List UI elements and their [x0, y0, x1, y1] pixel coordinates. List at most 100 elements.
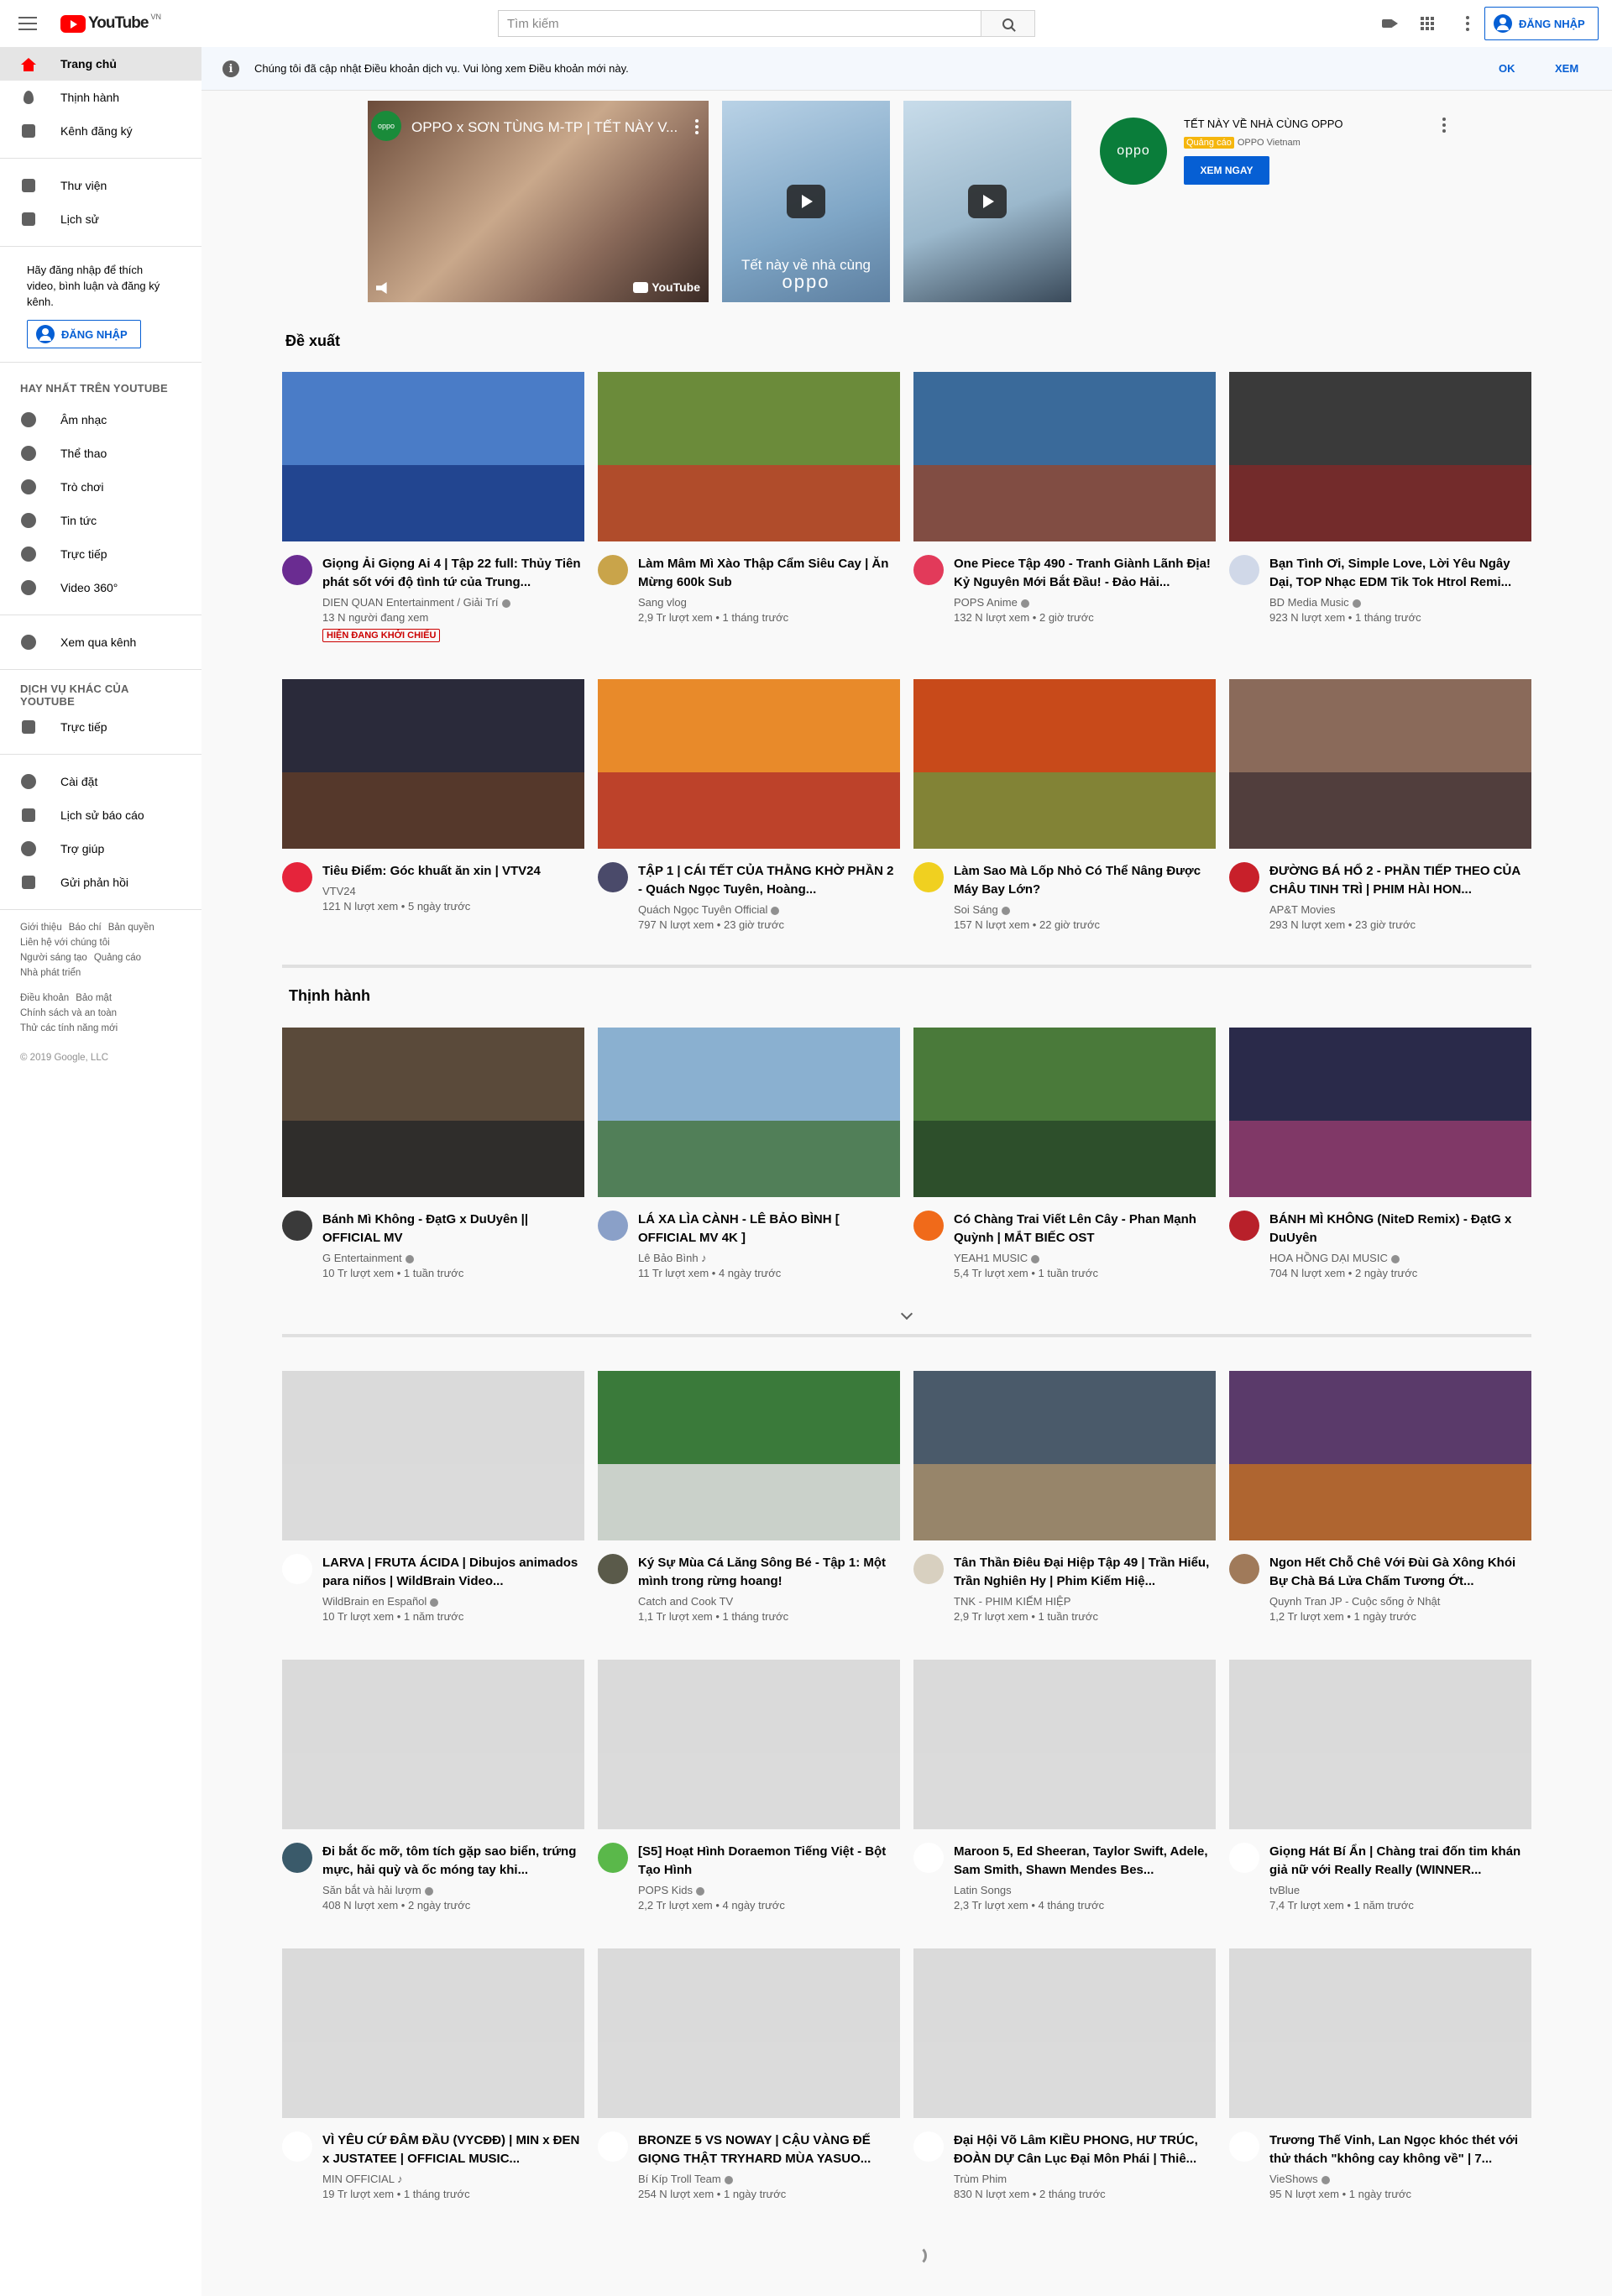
channel-name[interactable]: Lê Bảo Bình ♪ [638, 1251, 900, 1266]
footer-link[interactable]: Chính sách và an toàn [20, 1008, 117, 1018]
video-card[interactable]: LÁ XA LÌA CÀNH - LÊ BẢO BÌNH [ OFFICIAL … [598, 1028, 900, 1316]
ad-channel-logo[interactable]: oppo [371, 111, 401, 141]
video-thumbnail[interactable] [282, 679, 584, 849]
video-thumbnail[interactable] [1229, 1371, 1531, 1540]
video-title[interactable]: Tiêu Điểm: Góc khuất ăn xin | VTV24 [322, 862, 584, 881]
channel-avatar[interactable] [282, 1554, 312, 1584]
ad-video-title[interactable]: OPPO x SƠN TÙNG M-TP | TẾT NÀY V... [411, 119, 680, 136]
sidebar-item-settings[interactable]: Cài đặt [0, 765, 202, 798]
channel-avatar[interactable] [913, 2131, 944, 2162]
video-thumbnail[interactable] [282, 1028, 584, 1197]
video-card[interactable]: Ký Sự Mùa Cá Lăng Sông Bé - Tập 1: Một m… [598, 1371, 900, 1660]
video-thumbnail[interactable] [282, 1371, 584, 1540]
video-card[interactable]: ĐƯỜNG BÁ HỔ 2 - PHẦN TIẾP THEO CỦA CHÂU … [1229, 679, 1531, 968]
channel-avatar[interactable] [913, 862, 944, 892]
sidebar-item-news[interactable]: Tin tức [0, 504, 202, 537]
channel-name[interactable]: WildBrain en Español [322, 1594, 584, 1609]
channel-name[interactable]: MIN OFFICIAL ♪ [322, 2172, 584, 2187]
search-input[interactable] [498, 10, 981, 37]
channel-avatar[interactable] [1229, 1211, 1259, 1241]
channel-avatar[interactable] [913, 1211, 944, 1241]
video-card[interactable]: Tân Thần Điêu Đại Hiệp Tập 49 | Trần Hiể… [913, 1371, 1216, 1660]
channel-name[interactable]: Săn bắt và hải lượm [322, 1883, 584, 1898]
footer-link[interactable]: Quảng cáo [94, 953, 141, 963]
sidebar-item-feedback[interactable]: Gửi phản hồi [0, 866, 202, 899]
sidebar-item-library[interactable]: Thư viện [0, 169, 202, 202]
video-title[interactable]: ĐƯỜNG BÁ HỔ 2 - PHẦN TIẾP THEO CỦA CHÂU … [1269, 862, 1531, 899]
sidebar-item-sports[interactable]: Thể thao [0, 437, 202, 470]
video-thumbnail[interactable] [598, 1028, 900, 1197]
channel-avatar[interactable] [282, 555, 312, 585]
video-card[interactable]: Giọng Hát Bí Ẩn | Chàng trai đốn tim khá… [1229, 1660, 1531, 1948]
channel-avatar[interactable] [1229, 555, 1259, 585]
channel-name[interactable]: POPS Kids [638, 1883, 900, 1898]
channel-avatar[interactable] [598, 2131, 628, 2162]
channel-avatar[interactable] [913, 1554, 944, 1584]
video-card[interactable]: Maroon 5, Ed Sheeran, Taylor Swift, Adel… [913, 1660, 1216, 1948]
video-thumbnail[interactable] [598, 372, 900, 541]
video-card[interactable]: BÁNH MÌ KHÔNG (NiteD Remix) - ĐạtG x DuU… [1229, 1028, 1531, 1316]
footer-link[interactable]: Báo chí [69, 923, 102, 933]
video-card[interactable]: Bánh Mì Không - ĐạtG x DuUyên || OFFICIA… [282, 1028, 584, 1316]
create-video-icon[interactable] [1377, 13, 1398, 34]
channel-name[interactable]: Quynh Tran JP - Cuộc sống ở Nhật [1269, 1594, 1531, 1609]
ad-title[interactable]: TẾT NÀY VỀ NHÀ CÙNG OPPO [1184, 118, 1343, 130]
video-thumbnail[interactable] [913, 372, 1216, 541]
channel-avatar[interactable] [1229, 1554, 1259, 1584]
sidebar-item-add-circle[interactable]: Xem qua kênh [0, 625, 202, 659]
video-title[interactable]: BRONZE 5 VS NOWAY | CẬU VÀNG ĐẾ GIỌNG TH… [638, 2131, 900, 2168]
sidebar-item-subscriptions[interactable]: Kênh đăng ký [0, 114, 202, 148]
video-card[interactable]: Giọng Ải Giọng Ai 4 | Tập 22 full: Thủy … [282, 372, 584, 661]
video-thumbnail[interactable] [598, 1948, 900, 2118]
channel-name[interactable]: Soi Sáng [954, 902, 1216, 918]
video-card[interactable]: Có Chàng Trai Viết Lên Cây - Phan Mạnh Q… [913, 1028, 1216, 1316]
channel-name[interactable]: AP&T Movies [1269, 902, 1531, 918]
youtube-logo[interactable]: YouTube VN [60, 13, 161, 33]
channel-avatar[interactable] [598, 555, 628, 585]
video-title[interactable]: Trương Thế Vinh, Lan Ngọc khóc thét với … [1269, 2131, 1531, 2168]
channel-avatar[interactable] [913, 1843, 944, 1873]
video-title[interactable]: Giọng Ải Giọng Ai 4 | Tập 22 full: Thủy … [322, 555, 584, 592]
video-title[interactable]: Ký Sự Mùa Cá Lăng Sông Bé - Tập 1: Một m… [638, 1554, 900, 1591]
video-thumbnail[interactable] [913, 1028, 1216, 1197]
footer-link[interactable]: Nhà phát triển [20, 968, 81, 978]
video-thumbnail[interactable] [1229, 372, 1531, 541]
sidebar-item-music[interactable]: Âm nhạc [0, 403, 202, 437]
ad-thumbnail-3[interactable] [903, 101, 1071, 302]
video-card[interactable]: BRONZE 5 VS NOWAY | CẬU VÀNG ĐẾ GIỌNG TH… [598, 1948, 900, 2237]
sign-in-button[interactable]: ĐĂNG NHẬP [1484, 7, 1599, 40]
video-card[interactable]: Làm Sao Mà Lốp Nhỏ Có Thể Nâng Được Máy … [913, 679, 1216, 968]
video-thumbnail[interactable] [598, 1371, 900, 1540]
video-thumbnail[interactable] [598, 1660, 900, 1829]
video-title[interactable]: Maroon 5, Ed Sheeran, Taylor Swift, Adel… [954, 1843, 1216, 1880]
channel-avatar[interactable] [282, 862, 312, 892]
channel-avatar[interactable] [598, 862, 628, 892]
apps-icon[interactable] [1417, 13, 1437, 34]
video-thumbnail[interactable] [1229, 1028, 1531, 1197]
video-card[interactable]: Tiêu Điểm: Góc khuất ăn xin | VTV24 VTV24… [282, 679, 584, 968]
ad-more-icon[interactable] [1442, 118, 1446, 133]
settings-more-icon[interactable] [1458, 13, 1478, 34]
sidebar-sign-in-button[interactable]: ĐĂNG NHẬP [27, 320, 141, 348]
sidebar-item-flag[interactable]: Lịch sử báo cáo [0, 798, 202, 832]
play-icon[interactable] [787, 185, 825, 218]
channel-avatar[interactable] [282, 2131, 312, 2162]
video-title[interactable]: LÁ XA LÌA CÀNH - LÊ BẢO BÌNH [ OFFICIAL … [638, 1211, 900, 1247]
menu-icon[interactable] [18, 14, 37, 33]
channel-avatar[interactable] [913, 555, 944, 585]
channel-name[interactable]: Bí Kíp Troll Team [638, 2172, 900, 2187]
footer-link[interactable]: Giới thiệu [20, 923, 62, 933]
video-title[interactable]: Có Chàng Trai Viết Lên Cây - Phan Mạnh Q… [954, 1211, 1216, 1247]
video-title[interactable]: One Piece Tập 490 - Tranh Giành Lãnh Địa… [954, 555, 1216, 592]
video-card[interactable]: Trương Thế Vinh, Lan Ngọc khóc thét với … [1229, 1948, 1531, 2237]
video-card[interactable]: Bạn Tình Ơi, Simple Love, Lời Yêu Ngây D… [1229, 372, 1531, 661]
video-card[interactable]: Ngon Hết Chỗ Chê Với Đùi Gà Xông Khói Bự… [1229, 1371, 1531, 1660]
video-title[interactable]: Đi bắt ốc mỡ, tôm tích gặp sao biển, trứ… [322, 1843, 584, 1880]
sidebar-item-broadcast[interactable]: Trực tiếp [0, 710, 202, 744]
channel-name[interactable]: TNK - PHIM KIẾM HIỆP [954, 1594, 1216, 1609]
footer-link[interactable]: Bản quyền [108, 923, 154, 933]
video-card[interactable]: [S5] Hoạt Hình Doraemon Tiếng Việt - Bột… [598, 1660, 900, 1948]
youtube-watermark[interactable]: YouTube [633, 280, 700, 294]
expand-chevron-icon[interactable] [900, 1309, 913, 1322]
channel-name[interactable]: DIEN QUAN Entertainment / Giải Trí [322, 595, 584, 610]
